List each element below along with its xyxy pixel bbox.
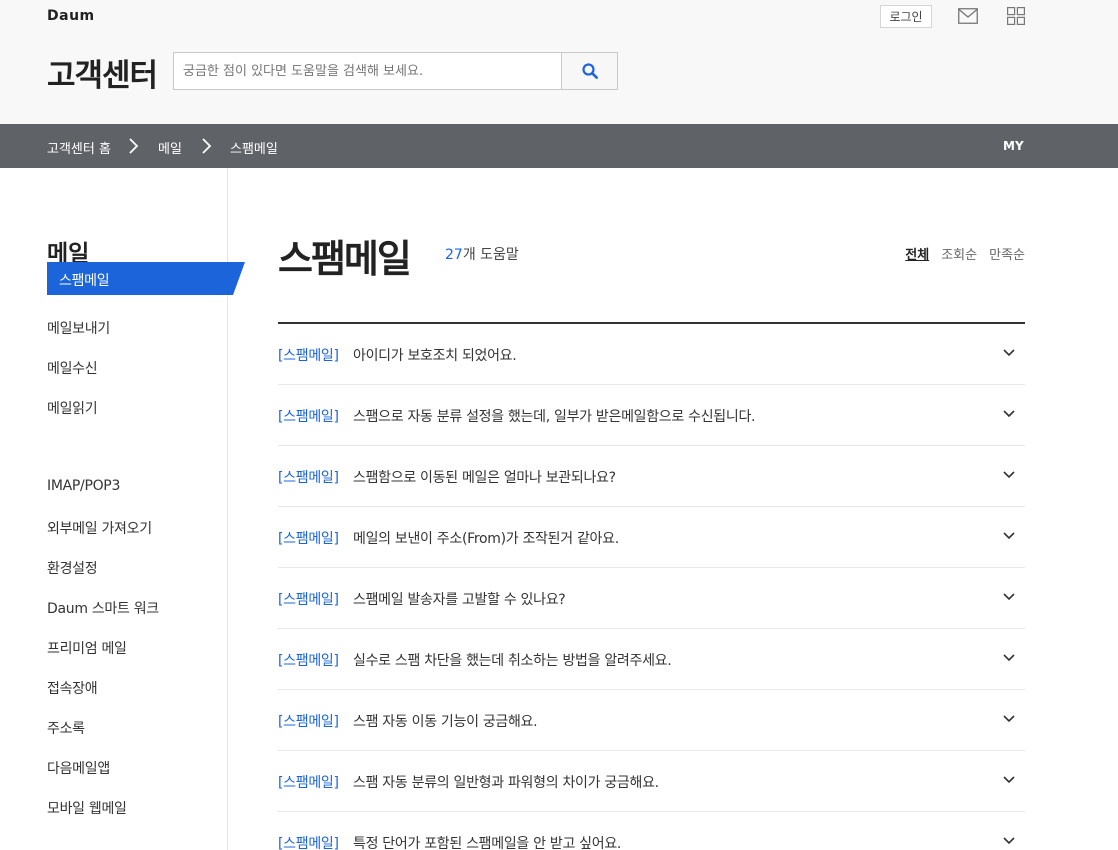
faq-tag: [스팸메일] [278, 714, 339, 730]
sidebar-item-spam-mail[interactable]: 스팸메일 [59, 270, 110, 290]
faq-item[interactable]: [스팸메일] 특정 단어가 포함된 스팸메일을 안 받고 싶어요. [278, 812, 1025, 850]
sidebar-item-settings[interactable]: 환경설정 [47, 558, 98, 578]
faq-question: 아이디가 보호조치 되었어요. [353, 348, 517, 364]
chevron-down-icon [1003, 654, 1015, 662]
faq-question: 메일의 보낸이 주소(From)가 조작된거 같아요. [353, 531, 619, 547]
faq-item[interactable]: [스팸메일] 스팸으로 자동 분류 설정을 했는데, 일부가 받은메일함으로 수… [278, 385, 1025, 446]
sort-satisfaction[interactable]: 만족순 [989, 244, 1025, 263]
my-link[interactable]: MY [1003, 139, 1024, 153]
faq-tag: [스팸메일] [278, 531, 339, 547]
sidebar-item-external-mail[interactable]: 외부메일 가져오기 [47, 518, 152, 538]
faq-tag: [스팸메일] [278, 653, 339, 669]
sidebar-item-premium-mail[interactable]: 프리미엄 메일 [47, 638, 127, 658]
breadcrumb-home[interactable]: 고객센터 홈 [47, 138, 111, 157]
chevron-right-icon [202, 138, 212, 154]
page-title: 스팸메일 [278, 237, 412, 281]
faq-question: 특정 단어가 포함된 스팸메일을 안 받고 싶어요. [353, 836, 622, 850]
faq-item[interactable]: [스팸메일] 스팸 자동 분류의 일반형과 파워형의 차이가 궁금해요. [278, 751, 1025, 812]
search-icon [581, 63, 598, 79]
sidebar-item-mobile-webmail[interactable]: 모바일 웹메일 [47, 798, 127, 818]
chevron-down-icon [1003, 532, 1015, 540]
faq-question: 스팸 자동 분류의 일반형과 파워형의 차이가 궁금해요. [353, 775, 659, 791]
apps-grid-icon[interactable] [1007, 7, 1025, 25]
sidebar-item-read-mail[interactable]: 메일읽기 [47, 398, 98, 418]
sort-views[interactable]: 조회순 [941, 244, 977, 263]
sidebar-item-address-book[interactable]: 주소록 [47, 718, 85, 738]
sort-all[interactable]: 전체 [905, 244, 929, 263]
sidebar-item-connection-error[interactable]: 접속장애 [47, 678, 98, 698]
faq-tag: [스팸메일] [278, 409, 339, 425]
mail-icon[interactable] [958, 8, 978, 24]
faq-list: [스팸메일] 아이디가 보호조치 되었어요. [스팸메일] 스팸으로 자동 분류… [278, 322, 1025, 850]
search-input[interactable] [173, 52, 562, 90]
chevron-down-icon [1003, 349, 1015, 357]
faq-item[interactable]: [스팸메일] 실수로 스팸 차단을 했는데 취소하는 방법을 알려주세요. [278, 629, 1025, 690]
help-count-suffix: 개 도움말 [462, 247, 519, 263]
chevron-down-icon [1003, 593, 1015, 601]
faq-tag: [스팸메일] [278, 348, 339, 364]
sidebar-item-imap-pop3[interactable]: IMAP/POP3 [47, 478, 120, 494]
sidebar-item-smart-work[interactable]: Daum 스마트 워크 [47, 598, 159, 618]
chevron-down-icon [1003, 776, 1015, 784]
breadcrumb-current: 스팸메일 [230, 142, 278, 157]
faq-item[interactable]: [스팸메일] 스팸 자동 이동 기능이 궁금해요. [278, 690, 1025, 751]
help-count-number: 27 [445, 247, 463, 263]
faq-tag: [스팸메일] [278, 470, 339, 486]
faq-question: 실수로 스팸 차단을 했는데 취소하는 방법을 알려주세요. [353, 653, 672, 669]
faq-question: 스팸 자동 이동 기능이 궁금해요. [353, 714, 538, 730]
search-button[interactable] [561, 52, 618, 90]
faq-question: 스팸메일 발송자를 고발할 수 있나요? [353, 592, 566, 608]
faq-item[interactable]: [스팸메일] 스팸함으로 이동된 메일은 얼마나 보관되나요? [278, 446, 1025, 507]
sidebar-item-send-mail[interactable]: 메일보내기 [47, 318, 110, 338]
chevron-right-icon [129, 138, 139, 154]
daum-logo[interactable]: Daum [47, 8, 95, 24]
chevron-down-icon [1003, 715, 1015, 723]
faq-item[interactable]: [스팸메일] 아이디가 보호조치 되었어요. [278, 324, 1025, 385]
login-button[interactable]: 로그인 [880, 5, 932, 28]
faq-question: 스팸으로 자동 분류 설정을 했는데, 일부가 받은메일함으로 수신됩니다. [353, 409, 756, 425]
faq-tag: [스팸메일] [278, 836, 339, 850]
faq-question: 스팸함으로 이동된 메일은 얼마나 보관되나요? [353, 470, 616, 486]
chevron-down-icon [1003, 410, 1015, 418]
sidebar-item-receive-mail[interactable]: 메일수신 [47, 358, 98, 378]
header: Daum 로그인 고객센터 [0, 0, 1118, 124]
sort-options: 전체 조회순 만족순 [905, 244, 1025, 263]
chevron-down-icon [1003, 471, 1015, 479]
breadcrumb-mail[interactable]: 메일 [158, 138, 182, 157]
chevron-down-icon [1003, 837, 1015, 845]
faq-item[interactable]: [스팸메일] 스팸메일 발송자를 고발할 수 있나요? [278, 568, 1025, 629]
faq-item[interactable]: [스팸메일] 메일의 보낸이 주소(From)가 조작된거 같아요. [278, 507, 1025, 568]
site-title[interactable]: 고객센터 [47, 50, 158, 95]
breadcrumb: 고객센터 홈 메일 스팸메일 MY [0, 124, 1118, 168]
faq-tag: [스팸메일] [278, 775, 339, 791]
help-count: 27개 도움말 [445, 244, 519, 264]
sidebar-item-mail-app[interactable]: 다음메일앱 [47, 758, 110, 778]
faq-tag: [스팸메일] [278, 592, 339, 608]
